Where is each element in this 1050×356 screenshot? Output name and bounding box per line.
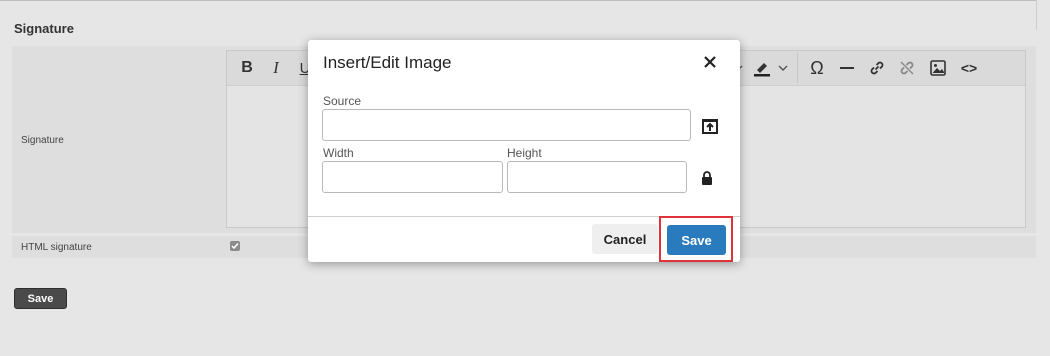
background-color-dropdown[interactable]	[776, 56, 790, 80]
insert-image-dialog: Insert/Edit Image Source Width Height Ca…	[308, 40, 740, 262]
cancel-button[interactable]: Cancel	[592, 224, 658, 254]
width-label: Width	[323, 146, 354, 160]
highlighter-icon	[754, 63, 770, 77]
right-divider	[1036, 0, 1037, 30]
width-input[interactable]	[323, 162, 502, 192]
save-button[interactable]: Save	[14, 288, 67, 309]
signature-label: Signature	[21, 135, 64, 146]
special-character-button[interactable]: Ω	[805, 56, 829, 80]
upload-icon	[702, 119, 718, 134]
unlink-button[interactable]	[895, 56, 919, 80]
image-icon	[930, 60, 946, 76]
unlink-icon	[900, 61, 914, 75]
html-signature-label: HTML signature	[21, 242, 92, 253]
section-title: Signature	[14, 21, 74, 36]
horizontal-line-button[interactable]	[835, 56, 859, 80]
height-input[interactable]	[508, 162, 686, 192]
source-input[interactable]	[323, 110, 690, 140]
highlight-box	[659, 216, 733, 262]
checkmark-icon	[231, 243, 239, 250]
width-field	[322, 161, 503, 193]
source-code-button[interactable]: <>	[957, 56, 981, 80]
constrain-proportions-button[interactable]	[697, 168, 717, 188]
horizontal-line-icon	[840, 67, 854, 69]
image-button[interactable]	[926, 56, 950, 80]
italic-button[interactable]: I	[264, 56, 288, 80]
chevron-down-icon	[778, 65, 788, 71]
close-button[interactable]	[700, 52, 720, 72]
bold-button[interactable]: B	[235, 56, 259, 80]
dialog-title: Insert/Edit Image	[323, 53, 452, 72]
background-color-button[interactable]	[750, 56, 774, 80]
link-icon	[870, 61, 884, 75]
source-field	[322, 109, 691, 141]
toolbar-separator	[797, 53, 798, 83]
close-icon	[704, 56, 716, 68]
source-label: Source	[323, 94, 362, 108]
browse-upload-button[interactable]	[699, 115, 721, 137]
lock-icon	[702, 171, 712, 185]
height-label: Height	[507, 146, 542, 160]
top-divider	[0, 0, 1036, 1]
height-field	[507, 161, 687, 193]
link-button[interactable]	[865, 56, 889, 80]
html-signature-checkbox[interactable]	[230, 241, 240, 251]
